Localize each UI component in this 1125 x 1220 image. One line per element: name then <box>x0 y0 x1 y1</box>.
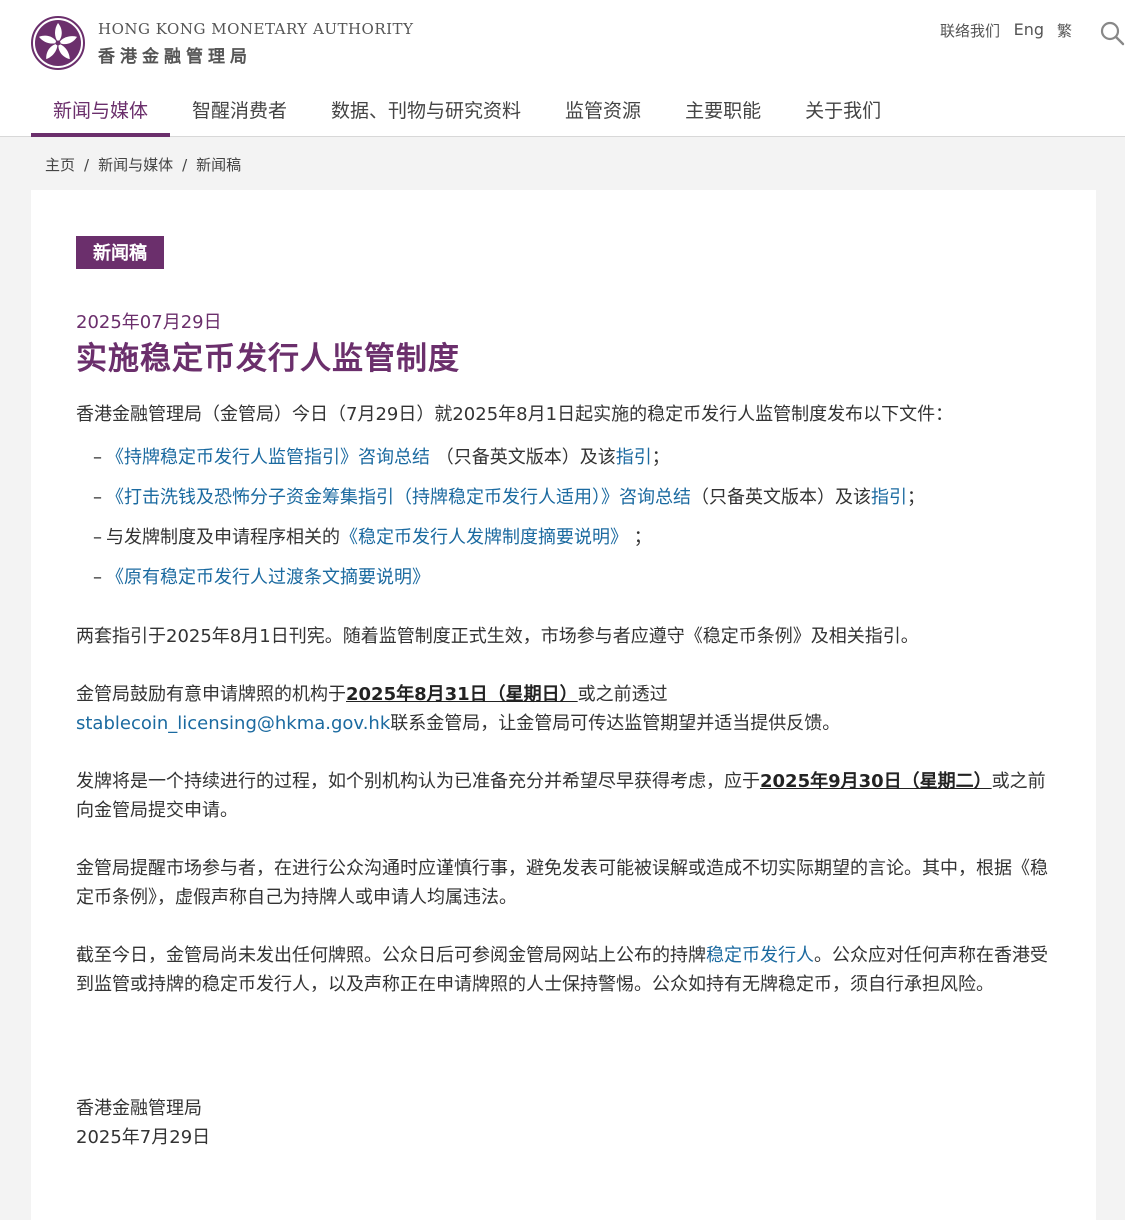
transitional-summary-link[interactable]: 《原有稳定币发行人过渡条文摘要说明》 <box>106 567 430 588</box>
aml-consultation-conclusion-link[interactable]: 《打击洗钱及恐怖分子资金筹集指引（持牌稳定币发行人适用）》咨询总结 <box>106 487 691 508</box>
issuer-register-link[interactable]: 稳定币发行人 <box>706 945 814 966</box>
gazette-paragraph: 两套指引于2025年8月1日刊宪。随着监管制度正式生效，市场参与者应遵守《稳定币… <box>76 626 919 647</box>
nav-item-data-publications[interactable]: 数据、刊物与研究资料 <box>309 84 543 136</box>
org-name-zh: 香港金融管理局 <box>98 47 252 67</box>
breadcrumb-separator: / <box>182 156 188 174</box>
org-name-en: HONG KONG MONETARY AUTHORITY <box>98 20 414 38</box>
signature-block: 香港金融管理局 2025年7月29日 <box>76 1094 1061 1152</box>
signature-org: 香港金融管理局 <box>76 1098 202 1119</box>
bauhinia-logo-icon[interactable] <box>30 15 86 71</box>
guideline-link[interactable]: 指引 <box>616 447 652 468</box>
search-icon[interactable] <box>1099 20 1125 46</box>
site-header: HONG KONG MONETARY AUTHORITY 香港金融管理局 联络我… <box>0 0 1125 137</box>
consultation-conclusion-link[interactable]: 《持牌稳定币发行人监管指引》咨询总结 <box>106 447 430 468</box>
list-item: – 《持牌稳定币发行人监管指引》咨询总结 （只备英文版本）及该指引； <box>93 447 670 468</box>
application-deadline-date: 2025年9月30日（星期二） <box>760 771 992 792</box>
breadcrumb: 主页 / 新闻与媒体 / 新闻稿 <box>45 154 241 175</box>
nav-item-about-us[interactable]: 关于我们 <box>783 84 903 136</box>
breadcrumb-separator: / <box>84 156 90 174</box>
lang-traditional-link[interactable]: 繁 <box>1057 20 1072 41</box>
signature-date: 2025年7月29日 <box>76 1127 211 1148</box>
application-paragraph: 发牌将是一个持续进行的过程，如个别机构认为已准备充分并希望尽早获得考虑，应于20… <box>76 771 1046 821</box>
lang-english-link[interactable]: Eng <box>1014 20 1044 39</box>
article-date: 2025年07月29日 <box>76 312 222 333</box>
licensing-summary-link[interactable]: 《稳定币发行人发牌制度摘要说明》 <box>340 527 628 548</box>
contact-link[interactable]: 联络我们 <box>940 20 1000 41</box>
list-item: – 与发牌制度及申请程序相关的《稳定币发行人发牌制度摘要说明》 ； <box>93 527 652 548</box>
breadcrumb-news-media[interactable]: 新闻与媒体 <box>98 156 173 174</box>
document-list: – 《持牌稳定币发行人监管指引》咨询总结 （只备英文版本）及该指引； – 《打击洗钱… <box>76 443 1061 592</box>
contact-paragraph: 金管局鼓励有意申请牌照的机构于2025年8月31日（星期日）或之前透过 stabl… <box>76 684 841 734</box>
list-item: – 《打击洗钱及恐怖分子资金筹集指引（持牌稳定币发行人适用）》咨询总结（只备英文版… <box>93 487 925 508</box>
email-link[interactable]: stablecoin_licensing@hkma.gov.hk <box>76 713 390 734</box>
nav-item-smart-consumers[interactable]: 智醒消费者 <box>170 84 309 136</box>
press-release-tag: 新闻稿 <box>76 236 164 269</box>
nav-item-key-functions[interactable]: 主要职能 <box>663 84 783 136</box>
intro-paragraph: 香港金融管理局（金管局）今日（7月29日）就2025年8月1日起实施的稳定币发行… <box>76 404 954 425</box>
article-body: 香港金融管理局（金管局）今日（7月29日）就2025年8月1日起实施的稳定币发行… <box>76 400 1061 1152</box>
warning-paragraph: 金管局提醒市场参与者，在进行公众沟通时应谨慎行事，避免发表可能被误解或造成不切实… <box>76 858 1048 908</box>
nav-item-regulatory-resources[interactable]: 监管资源 <box>543 84 663 136</box>
article-card: 新闻稿 2025年07月29日 实施稳定币发行人监管制度 香港金融管理局（金管局… <box>31 190 1096 1220</box>
breadcrumb-press-releases: 新闻稿 <box>196 156 242 174</box>
breadcrumb-home[interactable]: 主页 <box>45 156 75 174</box>
main-nav: 新闻与媒体 智醒消费者 数据、刊物与研究资料 监管资源 主要职能 关于我们 <box>31 84 903 137</box>
article-title: 实施稳定币发行人监管制度 <box>76 341 460 377</box>
aml-guideline-link[interactable]: 指引 <box>871 487 907 508</box>
register-paragraph: 截至今日，金管局尚未发出任何牌照。公众日后可参阅金管局网站上公布的持牌稳定币发行… <box>76 945 1048 995</box>
list-item: – 《原有稳定币发行人过渡条文摘要说明》 <box>93 567 430 588</box>
utility-bar: 联络我们 Eng 繁 <box>940 20 1125 50</box>
deadline-date: 2025年8月31日（星期日） <box>346 684 578 705</box>
nav-item-news-media[interactable]: 新闻与媒体 <box>31 84 171 137</box>
